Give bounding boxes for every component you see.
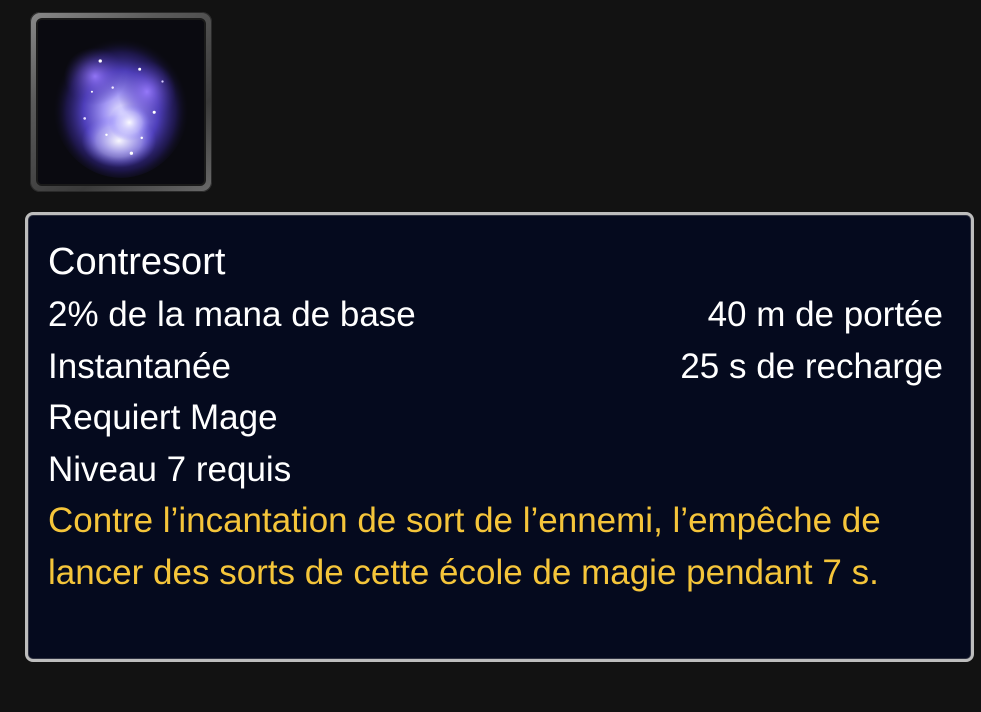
level-requirement: Niveau 7 requis bbox=[48, 444, 943, 496]
class-requirement: Requiert Mage bbox=[48, 392, 943, 444]
spell-tooltip: Contresort 2% de la mana de base 40 m de… bbox=[25, 212, 974, 662]
spell-cost: 2% de la mana de base bbox=[48, 295, 416, 334]
spell-name: Contresort bbox=[48, 241, 226, 283]
counterspell-arcane-icon bbox=[36, 18, 206, 186]
spell-description: Contre l’incantation de sort de l’ennemi… bbox=[48, 501, 881, 592]
level-requirement-text: Niveau 7 requis bbox=[48, 449, 292, 489]
arcane-cloud-icon bbox=[38, 20, 204, 184]
spell-cooldown: 25 s de recharge bbox=[680, 346, 943, 386]
class-requirement-text: Requiert Mage bbox=[48, 398, 278, 437]
spell-range: 40 m de portée bbox=[707, 295, 943, 334]
cost-range-row: 2% de la mana de base 40 m de portée bbox=[48, 289, 943, 341]
cast-cooldown-row: Instantanée 25 s de recharge bbox=[48, 341, 943, 393]
spell-cast-time: Instantanée bbox=[48, 346, 231, 386]
spell-icon-frame[interactable] bbox=[30, 12, 212, 192]
